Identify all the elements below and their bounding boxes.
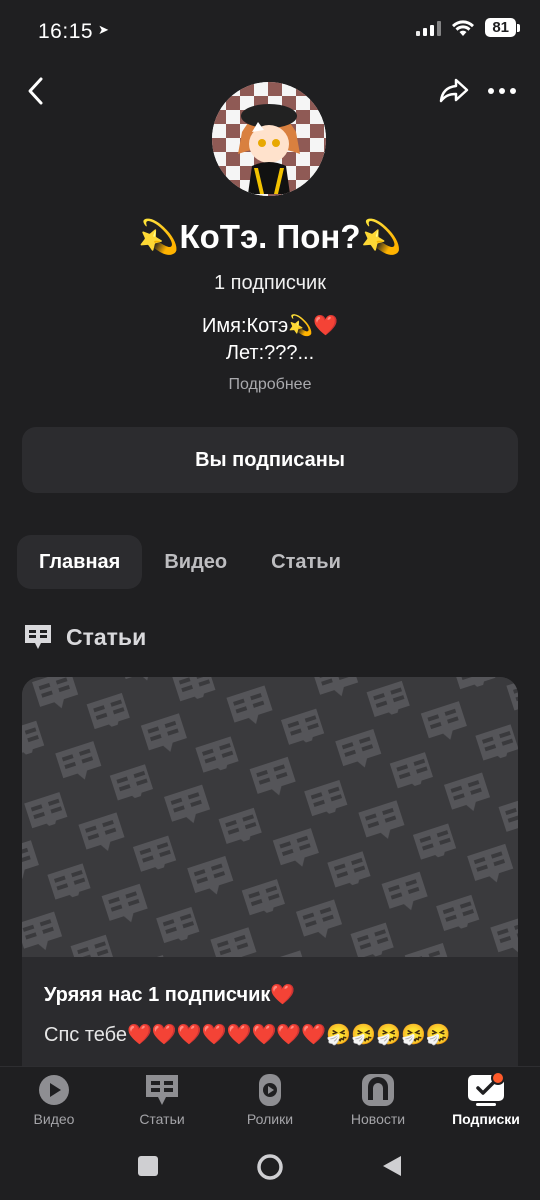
section-title: Статьи [66, 623, 147, 650]
notification-dot [491, 1071, 505, 1085]
subscriptions-icon [465, 1071, 507, 1107]
tab-articles[interactable]: Статьи [249, 535, 363, 589]
square-icon [138, 1156, 158, 1176]
subscriber-count: 1 подписчик [214, 272, 326, 294]
news-icon [357, 1073, 399, 1107]
share-icon [439, 78, 469, 103]
tab-video[interactable]: Видео [142, 535, 249, 589]
nav-news[interactable]: Новости [324, 1067, 432, 1137]
nav-articles[interactable]: Статьи [108, 1067, 216, 1137]
more-info-link[interactable]: Подробнее [0, 376, 540, 394]
location-arrow-icon: ➤ [98, 22, 109, 37]
more-options-button[interactable] [480, 69, 524, 113]
shorts-icon [249, 1073, 291, 1107]
play-icon [33, 1073, 75, 1107]
nav-video[interactable]: Видео [0, 1067, 108, 1137]
article-card[interactable]: Уряяя нас 1 подписчик❤️ Спс тебе❤️❤️❤️❤️… [22, 677, 518, 1097]
tab-main[interactable]: Главная [17, 535, 143, 589]
nav-label: Подписки [452, 1111, 520, 1127]
channel-bio-line1: Имя:Котэ💫❤️ [201, 315, 338, 337]
more-dots-icon [488, 88, 516, 94]
nav-label: Новости [350, 1111, 406, 1127]
recent-apps-button[interactable] [138, 1156, 158, 1181]
triangle-back-icon [383, 1156, 401, 1176]
wifi-icon [452, 19, 475, 36]
status-icons: 81 [416, 18, 520, 37]
chevron-left-icon [28, 77, 43, 105]
article-icon [141, 1073, 183, 1107]
avatar-image [212, 82, 326, 196]
bottom-navigation: Видео Статьи Ролики Новости Подписки [0, 1066, 540, 1137]
share-button[interactable] [432, 69, 476, 113]
article-title: Уряяя нас 1 подписчик❤️ [44, 984, 296, 1006]
home-button[interactable] [256, 1153, 284, 1186]
nav-label: Ролики [246, 1111, 294, 1127]
back-button[interactable] [14, 69, 58, 113]
articles-section-header[interactable]: Статьи [22, 622, 146, 652]
home-circle-icon [257, 1154, 283, 1180]
nav-shorts[interactable]: Ролики [216, 1067, 324, 1137]
signal-icon [416, 20, 442, 36]
channel-avatar[interactable] [212, 82, 326, 196]
system-navigation-bar [0, 1136, 540, 1200]
subscribed-button[interactable]: Вы подписаны [22, 427, 518, 493]
status-time: 16:15 [38, 20, 94, 43]
channel-bio-line2: Лет:???... [225, 342, 315, 364]
channel-tabs: Главная Видео Статьи [17, 535, 363, 589]
nav-label: Видео [33, 1111, 75, 1127]
article-book-icon [25, 625, 51, 649]
article-placeholder-image [22, 677, 518, 957]
channel-title: 💫КоТэ. Пон?💫 [138, 218, 402, 255]
article-snippet: Спс тебе❤️❤️❤️❤️❤️❤️❤️❤️🤧🤧🤧🤧🤧 [44, 1024, 451, 1046]
battery-icon: 81 [485, 18, 520, 37]
back-system-button[interactable] [382, 1155, 402, 1182]
nav-subscriptions[interactable]: Подписки [432, 1067, 540, 1137]
nav-label: Статьи [139, 1111, 185, 1127]
